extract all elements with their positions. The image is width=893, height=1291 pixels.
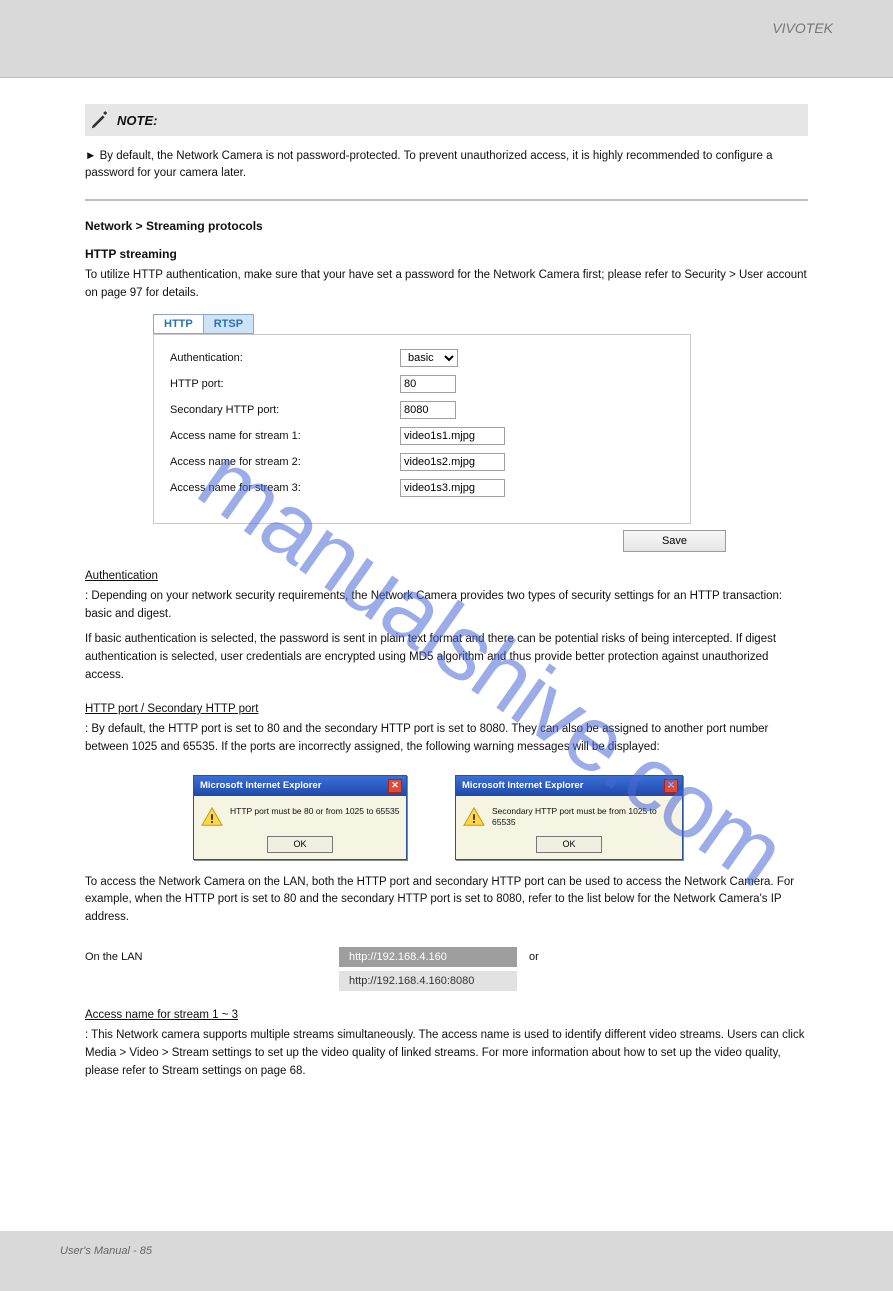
dialog-http-port: Microsoft Internet Explorer ✕ HTTP port … <box>193 775 407 860</box>
tab-http[interactable]: HTTP <box>153 314 204 334</box>
stream2-label: Access name for stream 2: <box>170 456 400 468</box>
page-header: VIVOTEK <box>0 0 893 78</box>
auth-label: Authentication: <box>170 352 400 364</box>
sec-port-label: Secondary HTTP port: <box>170 404 400 416</box>
dialog2-title: Microsoft Internet Explorer <box>462 780 583 791</box>
section-divider <box>85 199 808 201</box>
ports-body: : By default, the HTTP port is set to 80… <box>85 721 808 757</box>
brand-caption: VIVOTEK <box>772 20 833 36</box>
access-name-body: : This Network camera supports multiple … <box>85 1027 808 1080</box>
warning-icon <box>200 806 224 828</box>
dialog-secondary-port: Microsoft Internet Explorer ✕ Secondary … <box>455 775 683 860</box>
tab-bar: HTTP RTSP <box>153 314 808 334</box>
dialog2-ok[interactable]: OK <box>536 836 602 853</box>
dialog1-title: Microsoft Internet Explorer <box>200 780 321 791</box>
note-bar: NOTE: <box>85 104 808 136</box>
url-or: or <box>529 951 539 963</box>
dialog2-msg: Secondary HTTP port must be from 1025 to… <box>492 804 676 828</box>
close-icon[interactable]: ✕ <box>664 779 678 793</box>
note-label: NOTE: <box>117 113 157 128</box>
stream3-label: Access name for stream 3: <box>170 482 400 494</box>
footer-left: User's Manual - 85 <box>60 1245 152 1291</box>
http-intro: To utilize HTTP authentication, make sur… <box>85 267 808 302</box>
stream2-input[interactable] <box>400 453 505 471</box>
sec-port-input[interactable] <box>400 401 456 419</box>
url-primary: http://192.168.4.160 <box>339 947 517 967</box>
dialog1-msg: HTTP port must be 80 or from 1025 to 655… <box>230 804 400 817</box>
stream1-label: Access name for stream 1: <box>170 430 400 442</box>
http-streaming-heading: HTTP streaming <box>85 247 808 261</box>
http-form-panel: Authentication: basic HTTP port: Seconda… <box>153 334 691 524</box>
page-footer: User's Manual - 85 <box>0 1231 893 1291</box>
stream3-input[interactable] <box>400 479 505 497</box>
url-secondary: http://192.168.4.160:8080 <box>339 971 517 991</box>
close-icon[interactable]: ✕ <box>388 779 402 793</box>
page-body: manualshive.com NOTE: ► By default, the … <box>0 78 893 1081</box>
url-examples: On the LAN http://192.168.4.160 or http:… <box>85 947 808 991</box>
http-port-label: HTTP port: <box>170 378 400 390</box>
section-title: Network > Streaming protocols <box>85 219 808 233</box>
tab-rtsp[interactable]: RTSP <box>204 314 254 334</box>
config-panel: HTTP RTSP Authentication: basic HTTP por… <box>85 314 808 552</box>
dialogs-row: Microsoft Internet Explorer ✕ HTTP port … <box>193 775 808 860</box>
auth-subhead: Authentication <box>85 570 808 582</box>
access-para: To access the Network Camera on the LAN,… <box>85 874 808 927</box>
ports-subhead: HTTP port / Secondary HTTP port <box>85 703 808 715</box>
warning-icon <box>462 806 486 828</box>
auth-select[interactable]: basic <box>400 349 458 367</box>
http-port-input[interactable] <box>400 375 456 393</box>
auth-body1: : Depending on your network security req… <box>85 588 808 624</box>
stream1-input[interactable] <box>400 427 505 445</box>
pencil-icon <box>89 109 111 131</box>
save-button[interactable]: Save <box>623 530 726 552</box>
auth-body2: If basic authentication is selected, the… <box>85 631 808 684</box>
access-name-subhead: Access name for stream 1 ~ 3 <box>85 1009 808 1021</box>
lan-label: On the LAN <box>85 951 339 963</box>
dialog1-ok[interactable]: OK <box>267 836 333 853</box>
note-body: ► By default, the Network Camera is not … <box>85 148 808 181</box>
